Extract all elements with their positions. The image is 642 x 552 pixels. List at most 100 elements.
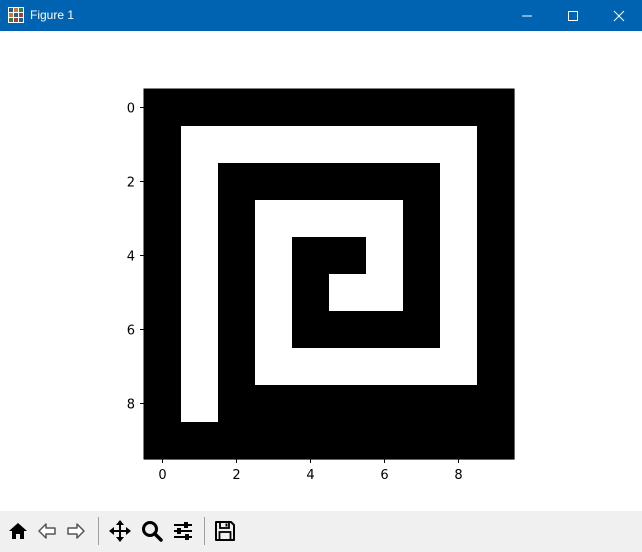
close-button[interactable] <box>596 0 642 31</box>
forward-arrow-icon <box>66 523 85 539</box>
heatmap-cell <box>144 385 182 423</box>
pan-button[interactable] <box>106 515 133 547</box>
floppy-disk-icon <box>214 521 235 541</box>
x-tick-label: 2 <box>232 468 240 483</box>
back-button[interactable] <box>33 515 60 547</box>
y-tick-label: 0 <box>127 102 135 117</box>
heatmap-cell <box>255 311 293 349</box>
maximize-button[interactable] <box>550 0 596 31</box>
heatmap-cell <box>366 163 404 201</box>
heatmap-cell <box>144 311 182 349</box>
window-title: Figure 1 <box>30 8 75 22</box>
navigation-toolbar <box>0 511 642 552</box>
y-tick-label: 8 <box>127 398 135 413</box>
y-tick-label: 2 <box>127 176 135 191</box>
heatmap-cell <box>329 385 367 423</box>
toolbar-separator <box>98 517 99 545</box>
heatmap-cell <box>366 237 404 275</box>
heatmap-cell <box>329 422 367 460</box>
home-icon <box>8 523 27 539</box>
heatmap-cell <box>181 200 219 238</box>
heatmap-cell <box>181 126 219 164</box>
heatmap-cell <box>218 126 256 164</box>
heatmap-cell <box>403 348 441 386</box>
heatmap-cell <box>329 163 367 201</box>
heatmap-cell <box>181 237 219 275</box>
maximize-icon <box>568 10 578 21</box>
heatmap-cell <box>440 311 478 349</box>
heatmap-cell <box>292 237 330 275</box>
heatmap-cell <box>477 126 515 164</box>
heatmap-cell <box>181 89 219 127</box>
heatmap-cell <box>403 422 441 460</box>
heatmap-cell <box>181 163 219 201</box>
heatmap-cell <box>144 126 182 164</box>
heatmap-cell <box>329 200 367 238</box>
x-tick-label: 8 <box>454 468 462 483</box>
heatmap-cell <box>144 274 182 312</box>
minimize-button[interactable] <box>504 0 550 31</box>
close-icon <box>613 10 625 21</box>
x-tick-label: 6 <box>380 468 388 483</box>
sliders-icon <box>173 522 192 540</box>
configure-subplots-button[interactable] <box>169 515 196 547</box>
heatmap-cell <box>440 385 478 423</box>
heatmap-cell <box>255 274 293 312</box>
heatmap-cell <box>366 422 404 460</box>
heatmap-cell <box>477 385 515 423</box>
heatmap-cell <box>144 422 182 460</box>
heatmap-cell <box>477 237 515 275</box>
heatmap-cell <box>292 348 330 386</box>
heatmap-cell <box>403 274 441 312</box>
heatmap-cell <box>477 89 515 127</box>
save-button[interactable] <box>211 515 238 547</box>
forward-button[interactable] <box>62 515 89 547</box>
heatmap-cell <box>181 422 219 460</box>
heatmap-cell <box>255 237 293 275</box>
heatmap-cell <box>329 311 367 349</box>
heatmap-cell <box>292 200 330 238</box>
heatmap-cell <box>255 385 293 423</box>
heatmap-cell <box>477 274 515 312</box>
heatmap-cell <box>403 163 441 201</box>
heatmap-cell <box>366 348 404 386</box>
heatmap-cell <box>440 348 478 386</box>
heatmap-cell <box>329 126 367 164</box>
heatmap-cell <box>366 311 404 349</box>
heatmap-cell <box>403 237 441 275</box>
heatmap-cell <box>218 311 256 349</box>
heatmap-cell <box>255 422 293 460</box>
heatmap-cell <box>403 385 441 423</box>
x-tick-label: 4 <box>306 468 314 483</box>
heatmap-cell <box>218 89 256 127</box>
heatmap-cell <box>329 274 367 312</box>
move-icon <box>108 520 131 542</box>
heatmap-cell <box>144 348 182 386</box>
heatmap-cell <box>218 163 256 201</box>
figure-canvas[interactable]: 0 2 4 6 8 0 2 4 6 8 <box>0 31 642 511</box>
heatmap-cell <box>292 126 330 164</box>
heatmap-cell <box>440 200 478 238</box>
heatmap-cell <box>366 274 404 312</box>
heatmap-cell <box>218 274 256 312</box>
toolbar-separator <box>204 517 205 545</box>
y-tick-label: 4 <box>127 250 135 265</box>
zoom-button[interactable] <box>138 515 165 547</box>
heatmap-cell <box>218 348 256 386</box>
heatmap-cell <box>255 348 293 386</box>
heatmap-cell <box>255 89 293 127</box>
heatmap-cell <box>477 348 515 386</box>
heatmap-cell <box>292 422 330 460</box>
heatmap-cell <box>440 126 478 164</box>
heatmap-cell <box>144 89 182 127</box>
heatmap-cell <box>477 200 515 238</box>
heatmap-cell <box>477 422 515 460</box>
home-button[interactable] <box>4 515 31 547</box>
heatmap-cell <box>218 200 256 238</box>
heatmap-cell <box>181 348 219 386</box>
heatmap-cell <box>181 274 219 312</box>
heatmap-cells <box>144 89 515 460</box>
title-bar: Figure 1 <box>0 0 642 31</box>
heatmap-cell <box>440 422 478 460</box>
heatmap-cell <box>329 89 367 127</box>
